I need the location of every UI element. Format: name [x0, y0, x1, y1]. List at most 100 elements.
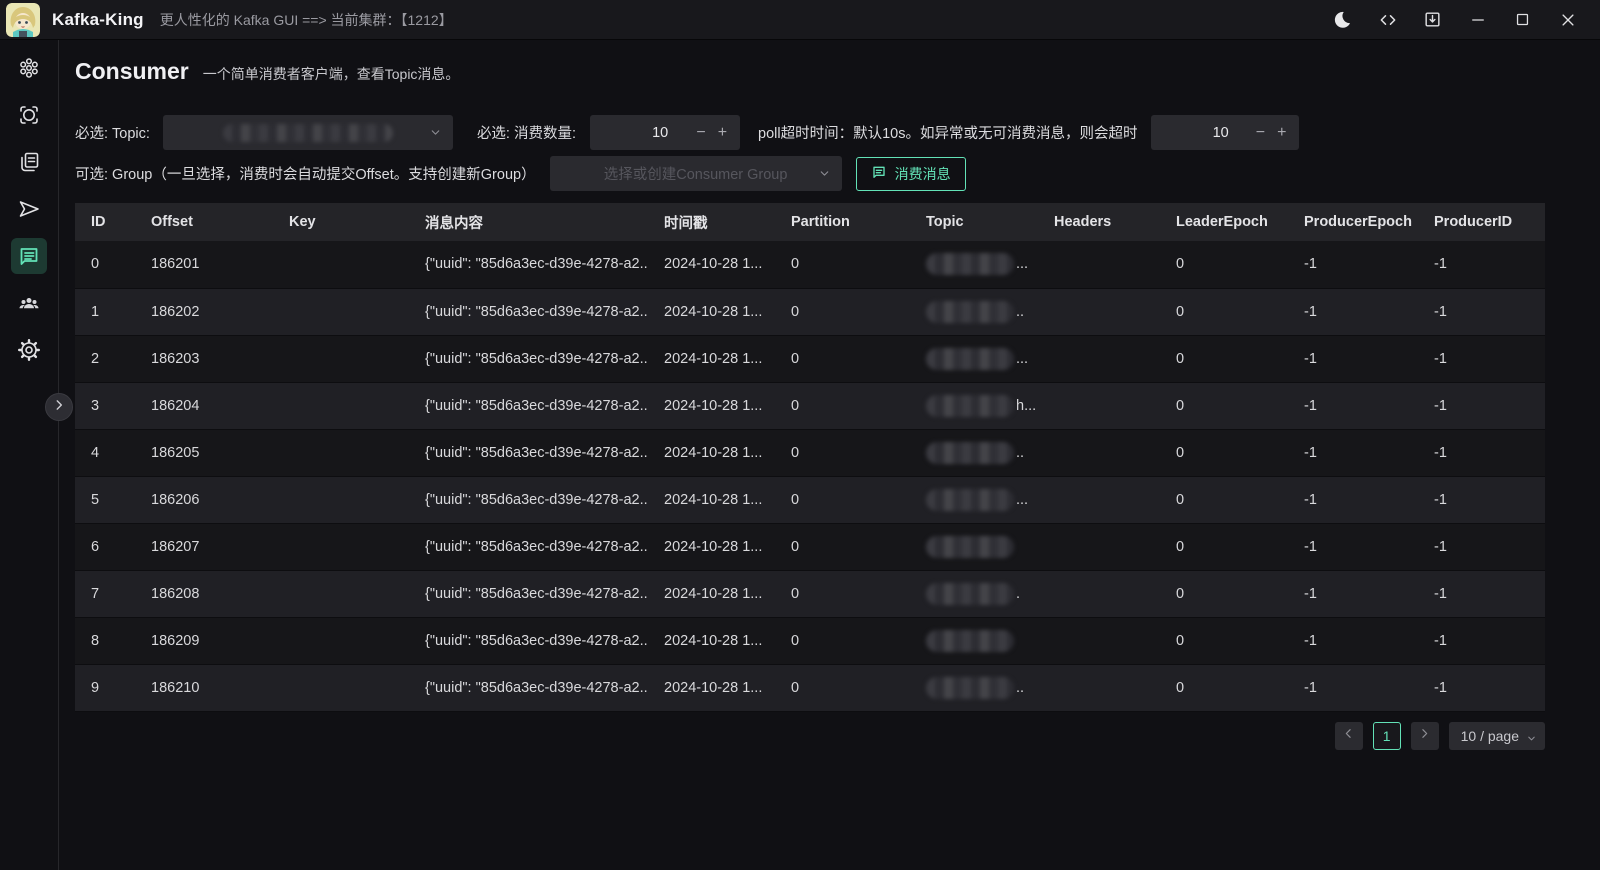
minus-icon[interactable]: − — [1256, 125, 1265, 141]
cell-headers — [1038, 241, 1160, 288]
table-row[interactable]: 2 186203 {"uuid": "85d6a3ec-d39e-4278-a2… — [75, 335, 1545, 382]
cell-id: 2 — [75, 335, 135, 382]
topics-docs-icon — [17, 150, 41, 174]
chat-icon — [871, 164, 887, 183]
cell-headers — [1038, 617, 1160, 664]
table-row[interactable]: 6 186207 {"uuid": "85d6a3ec-d39e-4278-a2… — [75, 523, 1545, 570]
next-page-button[interactable] — [1411, 722, 1439, 750]
code-icon[interactable] — [1365, 0, 1410, 40]
cell-id: 1 — [75, 288, 135, 335]
producer-send-icon — [17, 197, 41, 221]
moon-icon[interactable] — [1320, 0, 1365, 40]
sidebar-item-topics[interactable] — [11, 144, 47, 180]
cell-partition: 0 — [775, 617, 910, 664]
cell-headers — [1038, 476, 1160, 523]
close-icon[interactable] — [1545, 0, 1590, 40]
column-header: ProducerEpoch — [1288, 203, 1418, 241]
table-row[interactable]: 4 186205 {"uuid": "85d6a3ec-d39e-4278-a2… — [75, 429, 1545, 476]
poll-timeout-stepper[interactable]: 10 − + — [1151, 115, 1299, 150]
cell-message: {"uuid": "85d6a3ec-d39e-4278-a2... — [409, 429, 648, 476]
maximize-icon[interactable] — [1500, 0, 1545, 40]
poll-timeout-label: poll超时时间：默认10s。如异常或无可消费消息，则会超时 — [758, 122, 1137, 143]
cell-partition: 0 — [775, 523, 910, 570]
install-icon[interactable] — [1410, 0, 1455, 40]
plus-icon[interactable]: + — [718, 125, 727, 141]
topic-suffix: ... — [1016, 256, 1028, 272]
table-row[interactable]: 3 186204 {"uuid": "85d6a3ec-d39e-4278-a2… — [75, 382, 1545, 429]
censored-topic-value — [926, 677, 1014, 699]
cell-leader-epoch: 0 — [1160, 335, 1288, 382]
censored-topic-value — [926, 630, 1014, 652]
table-row[interactable]: 9 186210 {"uuid": "85d6a3ec-d39e-4278-a2… — [75, 664, 1545, 711]
cell-topic: .. — [910, 288, 1038, 335]
cell-key — [273, 382, 409, 429]
cell-message: {"uuid": "85d6a3ec-d39e-4278-a2... — [409, 523, 648, 570]
cell-key — [273, 617, 409, 664]
sidebar-expand-button[interactable] — [45, 393, 73, 421]
cell-topic: ... — [910, 241, 1038, 288]
censored-topic-value — [926, 442, 1014, 464]
page-size-select[interactable]: 10 / page — [1449, 722, 1545, 750]
minus-icon[interactable]: − — [696, 125, 705, 141]
cell-partition: 0 — [775, 429, 910, 476]
censored-topic-value — [926, 395, 1014, 417]
table-row[interactable]: 8 186209 {"uuid": "85d6a3ec-d39e-4278-a2… — [75, 617, 1545, 664]
cell-producer-epoch: -1 — [1288, 429, 1418, 476]
group-select[interactable]: 选择或创建Consumer Group — [550, 156, 842, 191]
cell-leader-epoch: 0 — [1160, 523, 1288, 570]
app-title: Kafka-King — [52, 10, 144, 30]
cell-producer-id: -1 — [1418, 476, 1545, 523]
cell-message: {"uuid": "85d6a3ec-d39e-4278-a2... — [409, 664, 648, 711]
sidebar-item-consumer[interactable] — [11, 238, 47, 274]
topic-suffix: ... — [1016, 350, 1028, 366]
app-logo-avatar — [6, 3, 40, 37]
sidebar-item-groups[interactable] — [11, 285, 47, 321]
cell-headers — [1038, 664, 1160, 711]
table-row[interactable]: 0 186201 {"uuid": "85d6a3ec-d39e-4278-a2… — [75, 241, 1545, 288]
group-label: 可选: Group（一旦选择，消费时会自动提交Offset。支持创建新Group… — [75, 163, 536, 184]
cell-id: 7 — [75, 570, 135, 617]
consume-messages-button[interactable]: 消费消息 — [856, 157, 966, 191]
cell-key — [273, 570, 409, 617]
cell-leader-epoch: 0 — [1160, 429, 1288, 476]
plus-icon[interactable]: + — [1277, 125, 1286, 141]
cluster-subtitle: 更人性化的 Kafka GUI ==> 当前集群：【1212】 — [160, 10, 453, 30]
cell-timestamp: 2024-10-28 1... — [648, 570, 775, 617]
page-number-button[interactable]: 1 — [1373, 722, 1401, 750]
cell-producer-epoch: -1 — [1288, 476, 1418, 523]
column-header: LeaderEpoch — [1160, 203, 1288, 241]
cell-partition: 0 — [775, 288, 910, 335]
table-row[interactable]: 7 186208 {"uuid": "85d6a3ec-d39e-4278-a2… — [75, 570, 1545, 617]
cell-topic: ... — [910, 476, 1038, 523]
table-row[interactable]: 1 186202 {"uuid": "85d6a3ec-d39e-4278-a2… — [75, 288, 1545, 335]
prev-page-button[interactable] — [1335, 722, 1363, 750]
cell-message: {"uuid": "85d6a3ec-d39e-4278-a2... — [409, 570, 648, 617]
cell-offset: 186207 — [135, 523, 273, 570]
cell-leader-epoch: 0 — [1160, 382, 1288, 429]
quantity-stepper[interactable]: 10 − + — [590, 115, 740, 150]
cell-producer-id: -1 — [1418, 288, 1545, 335]
cell-topic: . — [910, 570, 1038, 617]
groups-people-icon — [17, 291, 41, 315]
sidebar-item-monitor[interactable] — [11, 97, 47, 133]
cluster-hive-icon — [17, 56, 41, 80]
sidebar-item-settings[interactable] — [11, 332, 47, 368]
cell-key — [273, 288, 409, 335]
cell-message: {"uuid": "85d6a3ec-d39e-4278-a2... — [409, 382, 648, 429]
chevron-right-icon — [1418, 727, 1431, 745]
column-header: Partition — [775, 203, 910, 241]
sidebar-item-producer[interactable] — [11, 191, 47, 227]
cell-offset: 186206 — [135, 476, 273, 523]
cell-headers — [1038, 429, 1160, 476]
cell-partition: 0 — [775, 476, 910, 523]
topic-select[interactable] — [163, 115, 453, 150]
table-row[interactable]: 5 186206 {"uuid": "85d6a3ec-d39e-4278-a2… — [75, 476, 1545, 523]
cell-offset: 186202 — [135, 288, 273, 335]
sidebar-item-cluster[interactable] — [11, 50, 47, 86]
cell-message: {"uuid": "85d6a3ec-d39e-4278-a2... — [409, 288, 648, 335]
topic-suffix: ... — [1016, 491, 1028, 507]
censored-topic-value — [926, 253, 1014, 275]
cell-timestamp: 2024-10-28 1... — [648, 429, 775, 476]
minimize-icon[interactable] — [1455, 0, 1500, 40]
messages-table: IDOffsetKey消息内容时间戳PartitionTopicHeadersL… — [75, 203, 1545, 712]
